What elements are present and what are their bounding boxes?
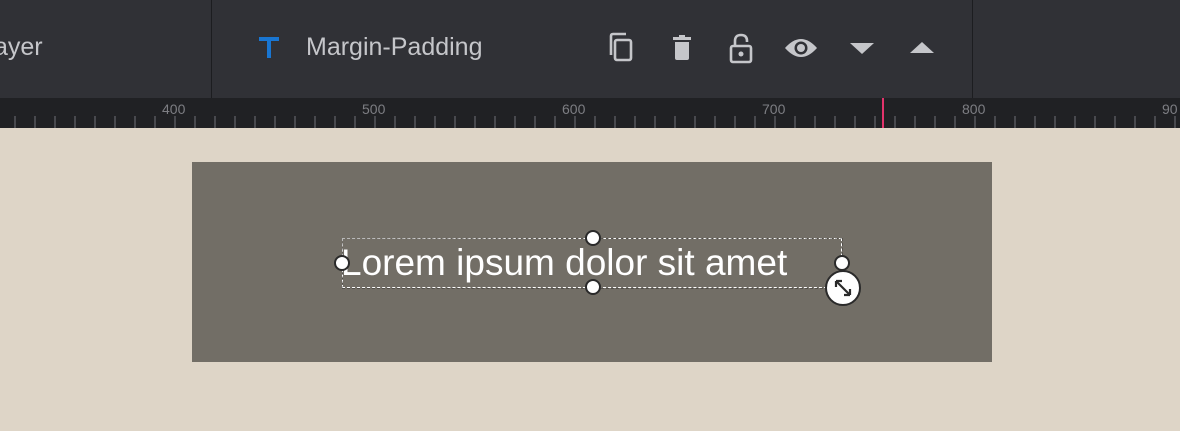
ruler-label: 500 (362, 101, 386, 117)
scale-handle[interactable] (825, 270, 861, 306)
delete-button[interactable] (664, 30, 700, 66)
container-box[interactable]: Lorem ipsum dolor sit amet (192, 162, 992, 362)
editor-canvas[interactable]: Lorem ipsum dolor sit amet (0, 128, 1180, 431)
trash-icon (673, 35, 691, 60)
copy-icon (609, 32, 633, 62)
duplicate-button[interactable] (603, 30, 639, 66)
ruler-label: 800 (962, 101, 986, 117)
resize-handle-right[interactable] (834, 255, 850, 271)
ruler-label: 400 (162, 101, 186, 117)
layer-section-label: ayer (0, 33, 43, 61)
layer-toolbar: ayer Margin-Padding (0, 0, 1180, 98)
caret-up-icon (910, 42, 934, 53)
ruler-label: 90 (1162, 101, 1178, 117)
visibility-button[interactable] (783, 30, 819, 66)
text-type-icon (256, 31, 282, 63)
selected-text-layer[interactable]: Lorem ipsum dolor sit amet (334, 230, 861, 306)
toolbar-divider (211, 0, 212, 98)
ruler-position-marker (882, 98, 884, 128)
horizontal-ruler[interactable]: 400 500 600 700 800 90 (0, 98, 1180, 128)
move-down-button[interactable] (844, 30, 880, 66)
resize-diagonal-icon (834, 279, 852, 297)
caret-down-icon (850, 43, 874, 54)
eye-icon (785, 39, 817, 57)
resize-handle-bottom[interactable] (585, 279, 601, 295)
toolbar-divider (972, 0, 973, 98)
layer-name[interactable]: Margin-Padding (306, 31, 483, 63)
move-up-button[interactable] (904, 30, 940, 66)
unlock-icon (729, 33, 753, 64)
ruler-label: 700 (762, 101, 786, 117)
resize-handle-left[interactable] (334, 255, 350, 271)
lock-button[interactable] (723, 30, 759, 66)
resize-handle-top[interactable] (585, 230, 601, 246)
ruler-label: 600 (562, 101, 586, 117)
